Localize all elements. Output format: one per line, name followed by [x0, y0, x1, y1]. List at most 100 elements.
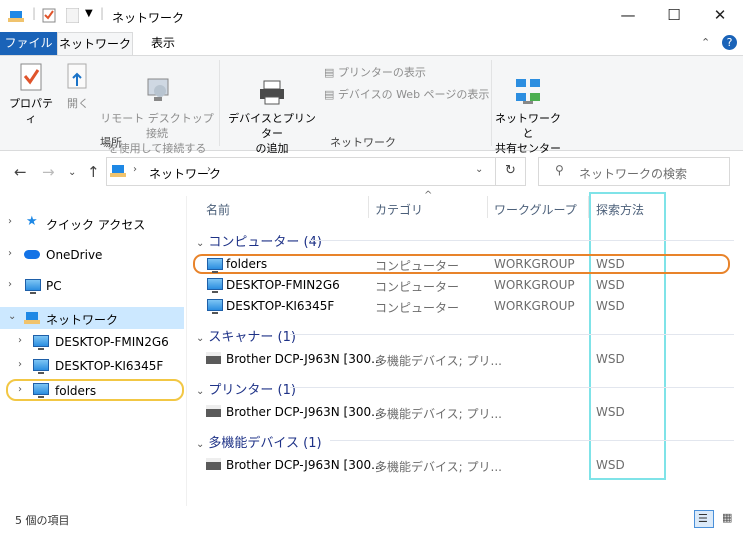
group-location-label: 場所	[100, 136, 122, 149]
expand-chevron-icon[interactable]: ›	[18, 335, 22, 346]
nav-label: folders	[55, 384, 97, 398]
nav-item-desktop-fmin2g6[interactable]: › DESKTOP-FMIN2G6	[0, 331, 184, 353]
separator: |	[32, 6, 37, 20]
open-icon	[67, 63, 87, 89]
back-button[interactable]: ←	[14, 163, 27, 181]
group-header-scanners[interactable]: ⌄ スキャナー (1)	[196, 326, 296, 345]
pane-divider[interactable]	[186, 196, 187, 506]
minimize-button[interactable]: —	[605, 0, 651, 32]
tab-view[interactable]: 表示	[140, 32, 186, 55]
view-device-web-label: デバイスの Web ページの表示	[337, 88, 490, 101]
expand-chevron-icon[interactable]: ›	[8, 279, 12, 290]
row-discovery: WSD	[596, 458, 625, 472]
collapse-chevron-icon[interactable]: ⌄	[196, 386, 204, 397]
tab-file[interactable]: ファイル	[0, 32, 57, 55]
nav-item-onedrive[interactable]: › OneDrive	[0, 244, 184, 266]
row-name: Brother DCP-J963N [300...	[226, 405, 383, 419]
nav-item-folders[interactable]: › folders	[6, 379, 184, 401]
add-devices-printers-button[interactable]: デバイスとプリンター の追加	[226, 62, 318, 171]
properties-qat-icon[interactable]	[42, 8, 56, 23]
view-printers-icon: ▤	[324, 66, 335, 79]
search-placeholder: ネットワークの検索	[579, 167, 688, 181]
view-printers-button[interactable]: ▤ プリンターの表示	[324, 64, 426, 80]
row-workgroup: WORKGROUP	[494, 299, 575, 313]
separator	[495, 158, 496, 185]
help-icon[interactable]: ?	[722, 35, 737, 50]
column-header-name[interactable]: 名前	[206, 201, 230, 218]
separator: |	[100, 6, 105, 20]
nav-item-desktop-ki6345f[interactable]: › DESKTOP-KI6345F	[0, 355, 184, 377]
add-devices-printers-label: デバイスとプリンター の追加	[228, 112, 316, 155]
collapse-chevron-icon[interactable]: ⌄	[8, 311, 16, 322]
collapse-chevron-icon[interactable]: ⌄	[196, 439, 204, 450]
nav-item-network[interactable]: ⌄ ネットワーク	[0, 307, 184, 329]
address-bar[interactable]: › ネットワーク › ⌄ ↻	[106, 157, 526, 186]
close-button[interactable]: ✕	[697, 0, 743, 32]
row-workgroup: WORKGROUP	[494, 257, 575, 271]
refresh-button[interactable]: ↻	[505, 163, 516, 178]
row-category: コンピューター	[375, 280, 460, 294]
network-sharing-icon	[516, 79, 540, 104]
qat-customize-icon[interactable]: ▼	[85, 8, 93, 19]
nav-label: クイック アクセス	[46, 218, 146, 232]
group-header-printers[interactable]: ⌄ プリンター (1)	[196, 379, 296, 398]
star-icon: ★	[26, 214, 38, 229]
network-sharing-label: ネットワークと 共有センター	[495, 112, 561, 155]
ribbon-separator	[491, 60, 492, 146]
details-view-button[interactable]: ☰	[694, 510, 714, 528]
column-header-workgroup[interactable]: ワークグループ	[494, 201, 577, 218]
group-header-computers[interactable]: ⌄ コンピューター (4)	[196, 231, 322, 250]
address-dropdown-icon[interactable]: ⌄	[475, 164, 483, 175]
table-row[interactable]: DESKTOP-FMIN2G6 コンピューター WORKGROUP WSD	[193, 275, 730, 295]
new-folder-qat-icon[interactable]	[66, 8, 79, 23]
collapse-chevron-icon[interactable]: ⌄	[196, 333, 204, 344]
column-separator[interactable]	[487, 196, 488, 218]
search-icon: ⚲	[555, 163, 564, 177]
nav-item-pc[interactable]: › PC	[0, 275, 184, 297]
group-divider	[290, 387, 734, 388]
cloud-icon	[24, 250, 40, 259]
large-icons-view-button[interactable]: ▦	[718, 510, 738, 528]
expand-chevron-icon[interactable]: ›	[8, 216, 12, 227]
maximize-button[interactable]: ☐	[651, 0, 697, 32]
column-separator[interactable]	[368, 196, 369, 218]
table-row[interactable]: folders コンピューター WORKGROUP WSD	[193, 254, 730, 274]
pc-icon	[207, 299, 223, 314]
column-header-category[interactable]: カテゴリ	[375, 201, 423, 218]
ribbon-expand-icon[interactable]: ⌃	[701, 36, 710, 49]
row-discovery: WSD	[596, 278, 625, 292]
network-sharing-center-button[interactable]: ネットワークと 共有センター	[494, 62, 562, 171]
table-row[interactable]: Brother DCP-J963N [300... 多機能デバイス; プリ...…	[193, 402, 730, 422]
row-name: Brother DCP-J963N [300...	[226, 352, 383, 366]
table-row[interactable]: Brother DCP-J963N [300... 多機能デバイス; プリ...…	[193, 349, 730, 369]
expand-chevron-icon[interactable]: ›	[18, 359, 22, 370]
view-device-web-button[interactable]: ▤ デバイスの Web ページの表示	[324, 86, 489, 102]
table-row[interactable]: Brother DCP-J963N [300... 多機能デバイス; プリ...…	[193, 455, 730, 475]
properties-button[interactable]: プロパティ	[6, 62, 56, 126]
tab-network[interactable]: ネットワーク	[57, 32, 133, 55]
recent-locations-icon[interactable]: ⌄	[68, 167, 76, 178]
view-printers-label: プリンターの表示	[337, 66, 426, 79]
nav-item-quick-access[interactable]: › ★ クイック アクセス	[0, 212, 184, 234]
collapse-chevron-icon[interactable]: ⌄	[196, 238, 204, 249]
row-name: folders	[226, 257, 268, 271]
expand-chevron-icon[interactable]: ›	[8, 248, 12, 259]
remote-desktop-button[interactable]: リモート デスクトップ接続 を使用して接続する	[98, 62, 216, 171]
nav-label: PC	[46, 279, 62, 293]
breadcrumb-chevron-icon[interactable]: ›	[207, 164, 211, 175]
expand-chevron-icon[interactable]: ›	[18, 384, 22, 395]
forward-button[interactable]: →	[42, 163, 55, 181]
search-box[interactable]: ⚲ ネットワークの検索	[538, 157, 730, 186]
network-folder-icon	[8, 11, 24, 22]
row-discovery: WSD	[596, 405, 625, 419]
group-header-multifunction[interactable]: ⌄ 多機能デバイス (1)	[196, 432, 322, 451]
open-button[interactable]: 開く	[62, 62, 94, 111]
table-row[interactable]: DESKTOP-KI6345F コンピューター WORKGROUP WSD	[193, 296, 730, 316]
row-category: 多機能デバイス; プリ...	[375, 460, 502, 474]
group-title: プリンター (1)	[208, 383, 296, 398]
large-icons-view-icon: ▦	[722, 511, 733, 524]
pc-icon	[33, 335, 49, 350]
up-button[interactable]: ↑	[87, 163, 100, 181]
breadcrumb-chevron-icon[interactable]: ›	[133, 164, 137, 175]
group-network-label: ネットワーク	[330, 136, 396, 149]
